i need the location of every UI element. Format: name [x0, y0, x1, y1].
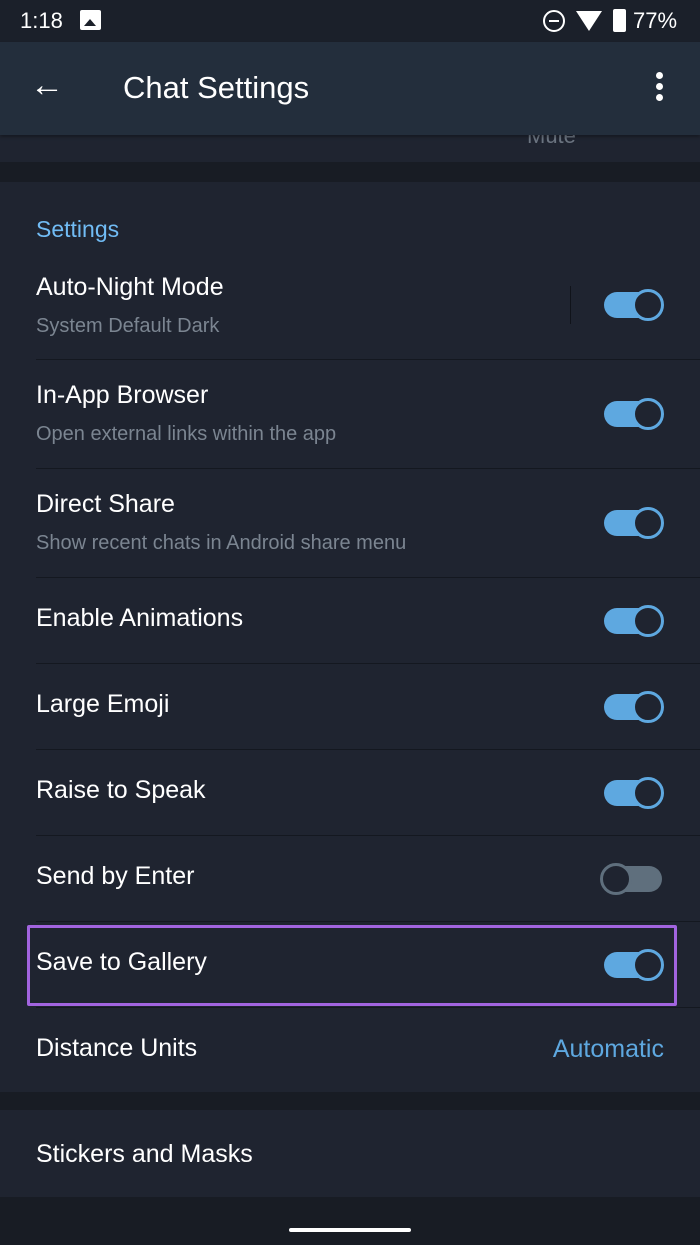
settings-row-direct-share[interactable]: Direct Share Show recent chats in Android… [0, 469, 700, 578]
toggle-switch[interactable] [600, 863, 662, 895]
page-title: Chat Settings [123, 70, 310, 105]
row-label: Distance Units [36, 1034, 198, 1062]
image-icon [80, 10, 101, 30]
row-label: Stickers and Masks [36, 1140, 253, 1168]
row-label: Large Emoji [36, 690, 170, 718]
status-bar: 1:18 77% [0, 0, 700, 42]
toggle-thumb [632, 605, 664, 637]
arrow-left-icon[interactable]: ← [30, 68, 64, 102]
toggle-switch[interactable] [604, 605, 664, 637]
wifi-icon [576, 11, 602, 31]
toggle-thumb [632, 289, 664, 321]
settings-row-distance-units[interactable]: Distance Units Automatic [0, 1008, 700, 1092]
battery-icon [613, 9, 626, 32]
more-vertical-icon[interactable] [650, 72, 668, 105]
toggle-switch[interactable] [604, 777, 664, 809]
toggle-thumb [632, 397, 664, 430]
battery-percent: 77% [633, 8, 678, 33]
section-title: Settings [36, 216, 120, 242]
settings-row-large-emoji[interactable]: Large Emoji [0, 664, 700, 750]
row-label: Send by Enter [36, 862, 195, 890]
settings-row-enable-animations[interactable]: Enable Animations [0, 578, 700, 664]
row-label: Raise to Speak [36, 776, 206, 804]
clock: 1:18 [20, 8, 63, 33]
settings-row-stickers[interactable]: Stickers and Masks [0, 1110, 700, 1197]
row-subtitle: System Default Dark [36, 315, 220, 337]
row-label: In-App Browser [36, 381, 209, 409]
toggle-switch[interactable] [604, 691, 664, 723]
toggle-thumb [632, 777, 664, 809]
row-label: Auto-Night Mode [36, 273, 224, 301]
settings-row-send-by-enter[interactable]: Send by Enter [0, 836, 700, 922]
toggle-thumb [600, 863, 632, 895]
app-bar: ← Chat Settings [0, 42, 700, 135]
row-label: Direct Share [36, 490, 175, 518]
vertical-divider [570, 286, 571, 324]
toggle-switch[interactable] [604, 289, 664, 321]
row-subtitle: Show recent chats in Android share menu [36, 532, 407, 554]
dnd-icon [543, 10, 565, 32]
row-subtitle: Open external links within the app [36, 423, 337, 445]
partial-row: Mute [0, 135, 700, 162]
settings-row-auto-night-mode[interactable]: Auto-Night Mode System Default Dark [0, 252, 700, 360]
toggle-switch[interactable] [604, 397, 664, 430]
home-gesture-handle[interactable] [289, 1228, 411, 1232]
row-label: Enable Animations [36, 604, 244, 632]
partial-row-text: Mute [527, 135, 576, 148]
toggle-thumb [632, 691, 664, 723]
toggle-switch[interactable] [604, 506, 664, 539]
toggle-thumb [632, 506, 664, 539]
section-divider [0, 162, 700, 182]
section-divider [0, 1092, 700, 1110]
settings-row-raise-to-speak[interactable]: Raise to Speak [0, 750, 700, 836]
settings-row-in-app-browser[interactable]: In-App Browser Open external links within… [0, 360, 700, 469]
navigation-bar [0, 1197, 700, 1245]
row-value[interactable]: Automatic [553, 1035, 664, 1064]
highlight-box [27, 925, 677, 1006]
